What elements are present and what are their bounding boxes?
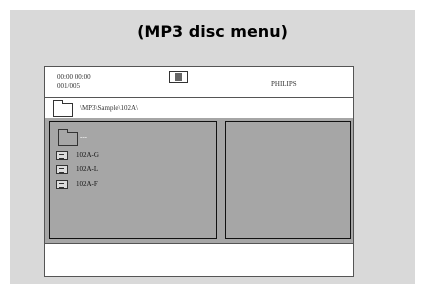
list-item-label: 102A-G	[76, 151, 99, 159]
list-item-label: 102A-F	[76, 180, 98, 188]
tv-screen: 00:00 00:00 001/005 PHILIPS \MP3\Sample\…	[44, 66, 354, 277]
browser-area: --- 102A-G 102A-L 102A-F	[45, 118, 353, 244]
list-item-label: 102A-L	[76, 165, 99, 173]
playback-time: 00:00 00:00	[57, 73, 91, 81]
brand-label: PHILIPS	[271, 80, 297, 88]
folder-icon	[53, 100, 73, 117]
mp3-file-icon	[56, 165, 68, 174]
parent-folder-label[interactable]: ---	[80, 133, 87, 141]
disc-icon	[169, 71, 188, 83]
file-list[interactable]: --- 102A-G 102A-L 102A-F	[49, 121, 217, 239]
breadcrumb: \MP3\Sample\102A\	[45, 97, 353, 119]
mp3-file-icon	[56, 151, 68, 160]
mp3-file-icon	[56, 180, 68, 189]
preview-pane	[225, 121, 351, 239]
track-counter: 001/005	[57, 82, 80, 90]
parent-folder-icon[interactable]	[58, 129, 78, 146]
figure-caption: (MP3 disc menu)	[137, 22, 288, 41]
path-text: \MP3\Sample\102A\	[80, 104, 138, 112]
